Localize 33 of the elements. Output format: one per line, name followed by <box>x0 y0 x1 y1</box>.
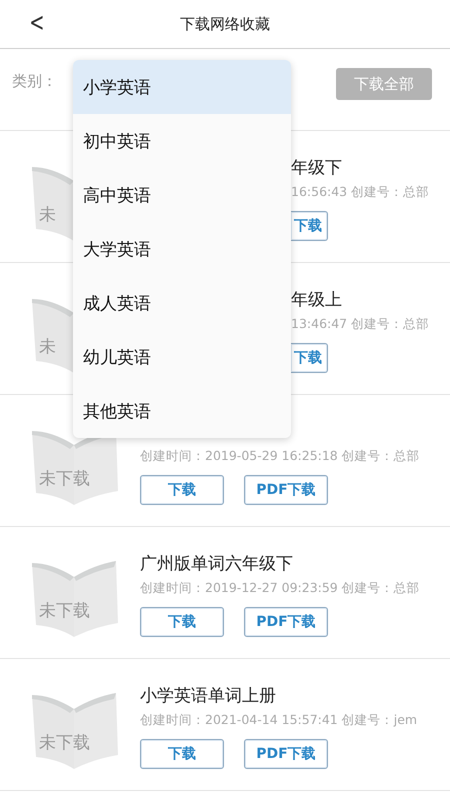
download-button[interactable]: 下载 <box>140 739 224 769</box>
download-all-button[interactable]: 下载全部 <box>336 68 432 100</box>
menu-item[interactable]: 成人英语 <box>73 276 291 330</box>
download-button[interactable]: 下载 <box>140 475 224 505</box>
cover-status: 未下载 <box>39 732 90 754</box>
item-title: 广州版单词六年级下 <box>140 553 294 576</box>
item-title: 小学英语单词上册 <box>140 685 277 708</box>
download-button[interactable]: PDF下载 <box>244 739 328 769</box>
menu-item[interactable]: 幼儿英语 <box>73 330 291 384</box>
download-button[interactable]: PDF下载 <box>244 607 328 637</box>
menu-item[interactable]: 大学英语 <box>73 222 291 276</box>
cover-status: 未下载 <box>39 600 90 622</box>
download-button[interactable]: 下载 <box>291 211 328 241</box>
item-meta: 创建时间：2021-04-14 15:57:41 创建号：jem <box>140 712 418 729</box>
item-title: 年级下 <box>291 157 343 180</box>
download-button[interactable]: PDF下载 <box>244 475 328 505</box>
cover-status: 未 <box>39 204 56 226</box>
download-button[interactable]: 下载 <box>140 607 224 637</box>
item-title: 年级上 <box>291 289 343 312</box>
cover-status: 未 <box>39 336 56 358</box>
menu-item[interactable]: 高中英语 <box>73 168 291 222</box>
menu-item[interactable]: 小学英语 <box>73 60 291 114</box>
item-meta: 创建时间：2019-05-29 16:25:18 创建号：总部 <box>140 448 420 465</box>
back-button[interactable]: < <box>29 8 45 38</box>
category-label: 类别： <box>12 72 57 91</box>
page-title: 下载网络收藏 <box>180 14 270 34</box>
menu-item[interactable]: 初中英语 <box>73 114 291 168</box>
item-meta: 16:56:43 创建号：总部 <box>291 184 430 201</box>
cover-status: 未下载 <box>39 468 90 490</box>
item-meta: 创建时间：2019-12-27 09:23:59 创建号：总部 <box>140 580 420 597</box>
item-meta: 13:46:47 创建号：总部 <box>291 316 430 333</box>
download-button[interactable]: 下载 <box>291 343 328 373</box>
menu-item[interactable]: 其他英语 <box>73 384 291 438</box>
